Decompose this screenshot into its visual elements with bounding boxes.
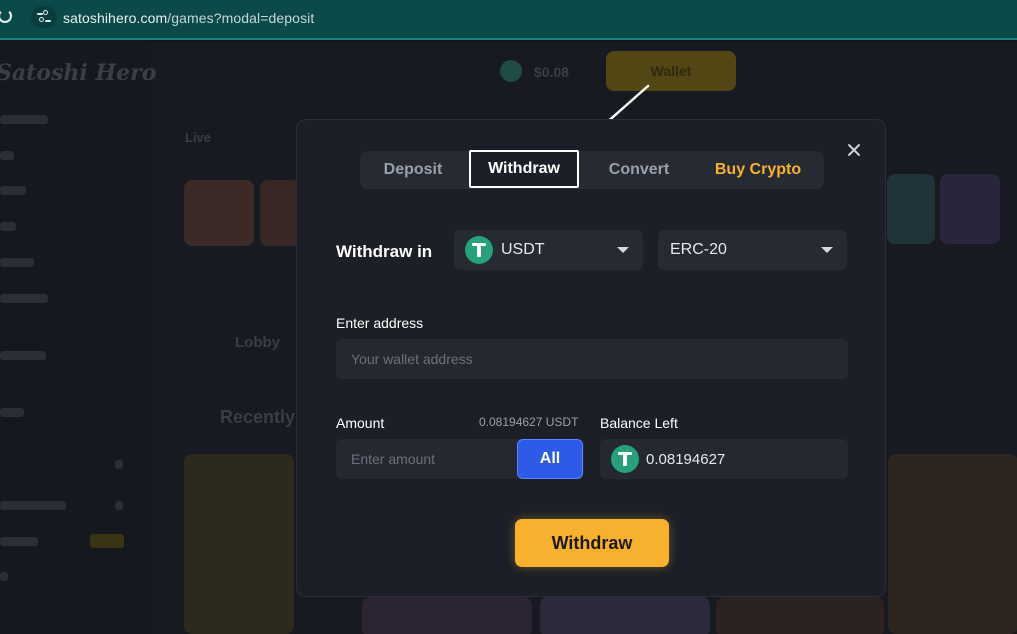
address-input[interactable]	[336, 339, 848, 379]
balance-amount: $0.08	[534, 64, 570, 80]
tether-icon	[611, 445, 639, 473]
close-icon[interactable]	[844, 140, 864, 160]
balance-left-label: Balance Left	[600, 415, 678, 431]
tab-buy-crypto[interactable]: Buy Crypto	[698, 151, 818, 189]
all-button[interactable]: All	[517, 439, 583, 479]
game-card[interactable]	[260, 180, 300, 246]
url-host: satoshihero.com	[63, 10, 168, 26]
tab-deposit[interactable]: Deposit	[360, 151, 466, 189]
tab-convert[interactable]: Convert	[584, 151, 694, 189]
game-card[interactable]	[540, 597, 710, 634]
network-value: ERC-20	[670, 241, 727, 258]
site-settings-icon[interactable]	[31, 6, 57, 28]
balance-display: $0.08	[500, 58, 590, 86]
tether-icon	[465, 236, 493, 264]
live-tab[interactable]: Live	[185, 130, 211, 145]
url-path: /games?modal=deposit	[167, 10, 315, 26]
chevron-down-icon	[617, 247, 629, 253]
lobby-tab[interactable]: Lobby	[235, 334, 280, 351]
browser-url-bar: satoshihero.com/games?modal=deposit	[0, 0, 1017, 40]
game-card[interactable]	[887, 174, 935, 244]
network-select[interactable]: ERC-20	[658, 230, 847, 270]
reload-icon[interactable]	[0, 9, 12, 23]
game-card[interactable]	[184, 454, 294, 634]
withdraw-button[interactable]: Withdraw	[515, 519, 669, 567]
tab-withdraw[interactable]: Withdraw	[469, 150, 579, 188]
chevron-down-icon	[821, 247, 833, 253]
wallet-button[interactable]: Wallet	[606, 51, 736, 91]
recently-heading: Recently	[220, 407, 296, 427]
game-card[interactable]	[362, 597, 532, 634]
address-bar[interactable]: satoshihero.com/games?modal=deposit	[63, 10, 314, 26]
site-logo: Satoshi Hero	[0, 60, 157, 86]
currency-value: USDT	[501, 241, 545, 258]
amount-label: Amount	[336, 415, 385, 431]
sidebar	[0, 42, 150, 634]
amount-available: 0.08194627 USDT	[479, 415, 579, 429]
withdraw-in-label: Withdraw in	[336, 242, 433, 261]
withdraw-modal: Deposit Withdraw Convert Buy Crypto With…	[296, 119, 886, 597]
game-card[interactable]	[940, 174, 1000, 244]
game-card[interactable]	[716, 597, 884, 634]
game-card[interactable]	[184, 180, 254, 246]
game-card[interactable]	[888, 454, 1017, 634]
currency-select[interactable]: USDT	[454, 230, 643, 270]
balance-left-box: 0.08194627	[600, 439, 848, 479]
tether-icon	[500, 60, 522, 82]
address-label: Enter address	[336, 315, 424, 331]
balance-left-value: 0.08194627	[646, 451, 726, 468]
tab-bar: Deposit Withdraw Convert Buy Crypto	[360, 150, 824, 189]
